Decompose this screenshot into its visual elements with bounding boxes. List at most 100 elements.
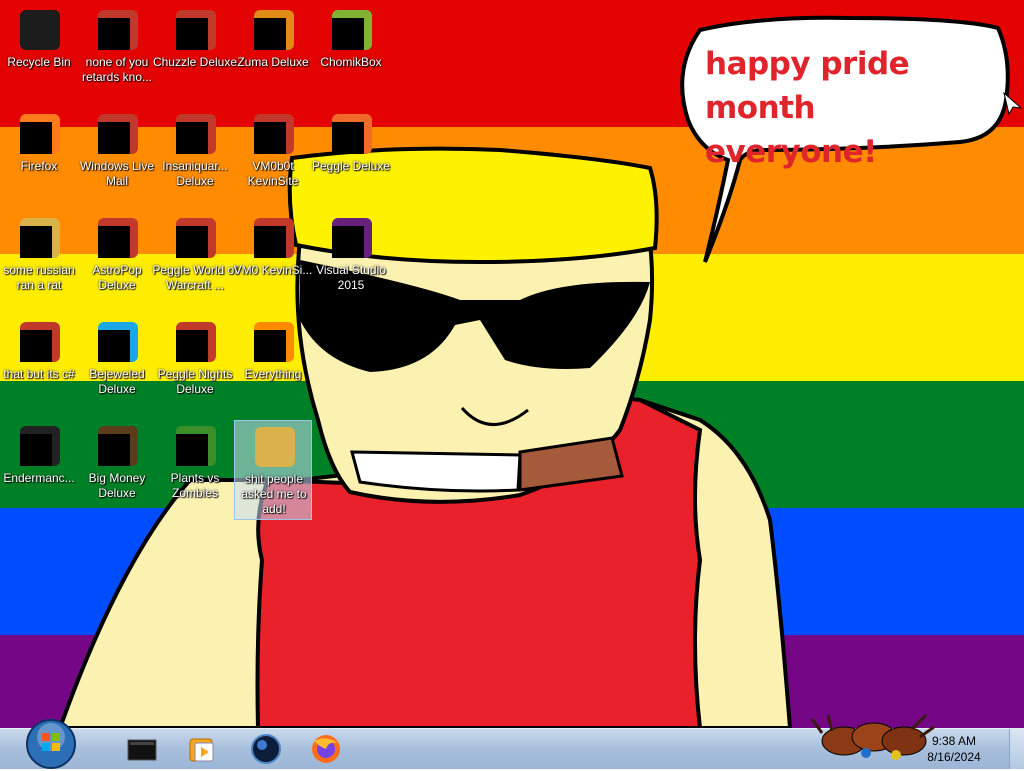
desktop-icon-label: VM0b0t KevinSite bbox=[247, 159, 299, 188]
redaction-box bbox=[98, 18, 130, 50]
desktop-icon[interactable]: VM0b0t KevinSite bbox=[234, 108, 312, 208]
desktop-icon[interactable]: some russian ran a rat bbox=[0, 212, 78, 312]
desktop-icon-label: shit people asked me to add! bbox=[241, 472, 307, 516]
desktop-icon-label: Peggle Deluxe bbox=[311, 159, 391, 173]
mail-icon bbox=[98, 114, 138, 156]
show-desktop-button[interactable] bbox=[1009, 729, 1024, 769]
redaction-box bbox=[176, 122, 208, 154]
desktop-icon-label: AstroPop Deluxe bbox=[92, 263, 142, 292]
redaction-box bbox=[98, 330, 130, 362]
desktop-icon-label: Everything bbox=[244, 367, 302, 381]
console-icon bbox=[20, 426, 60, 468]
mouse-cursor-icon bbox=[1003, 92, 1023, 116]
redaction-box bbox=[20, 226, 52, 258]
redaction-box bbox=[254, 330, 286, 362]
desktop-icon[interactable]: AstroPop Deluxe bbox=[78, 212, 156, 312]
globe-icon[interactable] bbox=[238, 731, 294, 767]
desktop-icon[interactable]: ChomikBox bbox=[312, 4, 390, 104]
redaction-box bbox=[176, 434, 208, 466]
desktop-icon[interactable]: Peggle Nights Deluxe bbox=[156, 316, 234, 416]
taskbar: 9:38 AM 8/16/2024 bbox=[0, 713, 1024, 769]
desktop-icon[interactable]: Everything bbox=[234, 316, 312, 416]
redaction-box bbox=[332, 226, 364, 258]
peggle-wow-icon bbox=[176, 218, 216, 260]
desktop-icon-label: Plants vs Zombies bbox=[170, 471, 220, 500]
desktop[interactable]: happy pride month everyone! Recycle Bin n… bbox=[0, 0, 1024, 728]
desktop-icon-label: none of you retards kno... bbox=[81, 55, 153, 84]
desktop-icon[interactable]: Chuzzle Deluxe bbox=[153, 4, 237, 104]
desktop-icon-label: Bejeweled Deluxe bbox=[89, 367, 145, 396]
redaction-box bbox=[332, 122, 364, 154]
start-orb-icon[interactable] bbox=[20, 717, 82, 771]
desktop-icon-label: Visual Studio 2015 bbox=[316, 263, 386, 292]
desktop-icon[interactable]: VM0 KevinSi... bbox=[234, 212, 312, 312]
desktop-icon-label: Endermanc... bbox=[3, 471, 75, 485]
redaction-box bbox=[254, 122, 286, 154]
desktop-icon-label: Big Money Deluxe bbox=[88, 471, 146, 500]
desktop-icon[interactable]: Peggle World of Warcraft ... bbox=[152, 212, 238, 312]
redaction-box bbox=[254, 226, 286, 258]
vm-icon bbox=[254, 218, 294, 260]
desktop-icon-label: Chuzzle Deluxe bbox=[152, 55, 238, 69]
desktop-icon-label: ChomikBox bbox=[320, 55, 382, 69]
desktop-icon[interactable]: Endermanc... bbox=[0, 420, 78, 520]
bejeweled-icon bbox=[98, 322, 138, 364]
desktop-icon-label: Peggle Nights Deluxe bbox=[157, 367, 233, 396]
redaction-box bbox=[176, 18, 208, 50]
chuzzle-icon bbox=[176, 10, 216, 52]
desktop-icon-label: Insaniquar... Deluxe bbox=[162, 159, 228, 188]
zuma-icon bbox=[254, 10, 294, 52]
vm-icon bbox=[254, 114, 294, 156]
visual-studio-icon bbox=[332, 218, 372, 260]
chomikbox-icon bbox=[332, 10, 372, 52]
redaction-box bbox=[98, 226, 130, 258]
teeth-drawing bbox=[350, 450, 522, 493]
desktop-icon[interactable]: Insaniquar... Deluxe bbox=[156, 108, 234, 208]
media-player-icon[interactable] bbox=[174, 731, 230, 767]
desktop-icon-label: Zuma Deluxe bbox=[237, 55, 309, 69]
desktop-icon-label: that but its c# bbox=[3, 367, 75, 381]
desktop-icon[interactable]: Zuma Deluxe bbox=[234, 4, 312, 104]
peggle-nights-icon bbox=[176, 322, 216, 364]
desktop-icon[interactable]: that but its c# bbox=[0, 316, 78, 416]
folder-icon bbox=[255, 427, 295, 469]
astropop-icon bbox=[98, 218, 138, 260]
speech-bubble-text: happy pride month everyone! bbox=[705, 42, 995, 174]
redaction-box bbox=[254, 18, 286, 50]
desktop-icon[interactable]: Peggle Deluxe bbox=[312, 108, 390, 208]
redaction-box bbox=[176, 330, 208, 362]
peggle-icon bbox=[332, 114, 372, 156]
desktop-icon[interactable]: Bejeweled Deluxe bbox=[78, 316, 156, 416]
desktop-icon[interactable]: Windows Live Mail bbox=[78, 108, 156, 208]
redaction-box bbox=[176, 226, 208, 258]
desktop-icon-label: Peggle World of Warcraft ... bbox=[152, 263, 238, 292]
desktop-icon[interactable]: none of you retards kno... bbox=[78, 4, 156, 104]
desktop-icon[interactable]: shit people asked me to add! bbox=[234, 420, 312, 520]
pvz-icon bbox=[176, 426, 216, 468]
firefox-icon[interactable] bbox=[298, 731, 354, 767]
desktop-icon[interactable]: Firefox bbox=[0, 108, 78, 208]
big-money-icon bbox=[98, 426, 138, 468]
desktop-icon-label: Firefox bbox=[20, 159, 58, 173]
desktop-icon-label: VM0 KevinSi... bbox=[233, 263, 313, 277]
insaniquarium-icon bbox=[176, 114, 216, 156]
speech-line-2: everyone! bbox=[705, 134, 877, 170]
desktop-icon[interactable]: Recycle Bin bbox=[0, 4, 78, 104]
clock-time: 9:38 AM bbox=[931, 734, 977, 748]
redaction-box bbox=[20, 434, 52, 466]
redaction-box bbox=[332, 18, 364, 50]
redaction-box bbox=[98, 434, 130, 466]
terminal-icon[interactable] bbox=[114, 731, 170, 767]
clock-date: 8/16/2024 bbox=[927, 750, 981, 764]
desktop-icon[interactable]: Plants vs Zombies bbox=[156, 420, 234, 520]
redaction-box bbox=[98, 122, 130, 154]
system-clock[interactable]: 9:38 AM 8/16/2024 bbox=[914, 733, 994, 765]
recycle-bin-icon bbox=[20, 10, 60, 52]
speech-line-1: happy pride month bbox=[705, 46, 910, 126]
desktop-icon-label: Recycle Bin bbox=[7, 55, 71, 69]
folder-icon bbox=[20, 218, 60, 260]
redaction-box bbox=[20, 122, 52, 154]
desktop-icon[interactable]: Visual Studio 2015 bbox=[312, 212, 390, 312]
firefox-icon bbox=[20, 114, 60, 156]
desktop-icon[interactable]: Big Money Deluxe bbox=[78, 420, 156, 520]
